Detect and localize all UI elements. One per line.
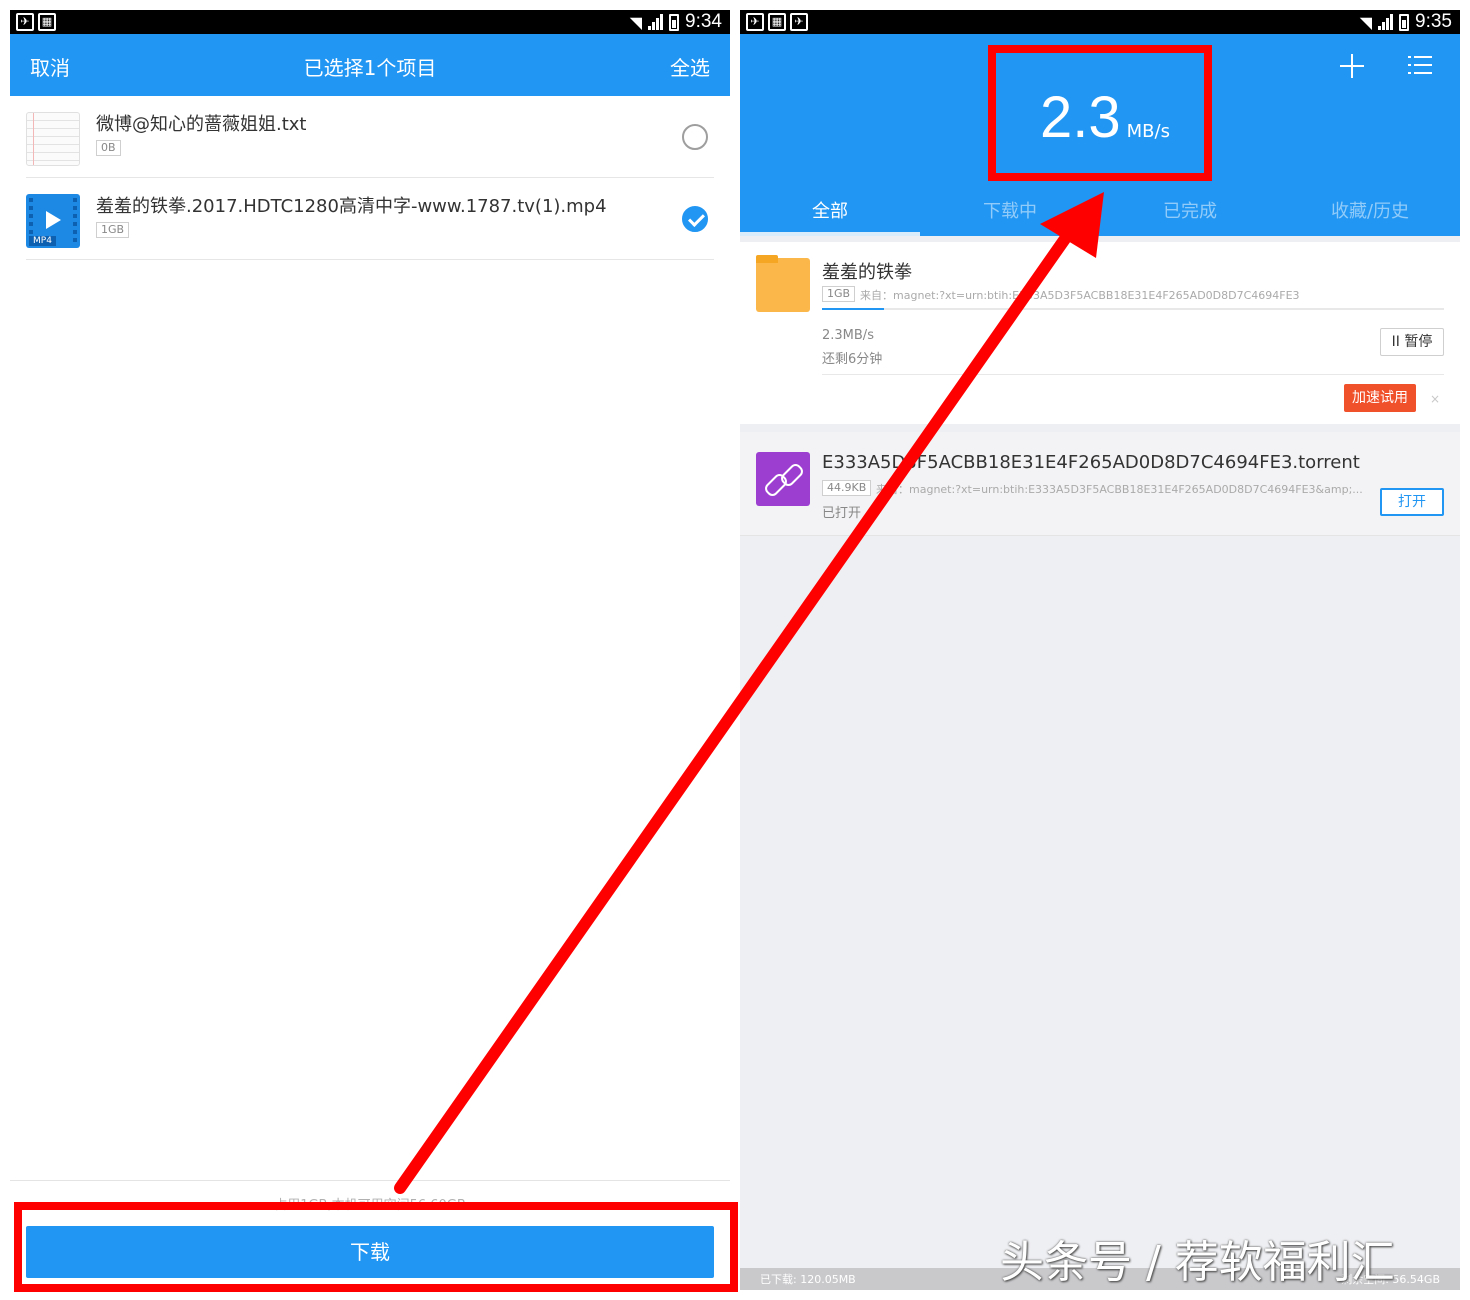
arrow-shaft [394, 220, 1080, 1194]
arrow-head [1040, 192, 1104, 258]
screenshot-composite: ✈ ▦ ◥ 9:34 取消 已选择1个项目 全选 微博@知心的蔷薇姐姐.txt … [0, 0, 1470, 1300]
annotation-arrow [394, 192, 1104, 1194]
watermark: 头条号 / 荐软福利汇 [1000, 1237, 1395, 1288]
